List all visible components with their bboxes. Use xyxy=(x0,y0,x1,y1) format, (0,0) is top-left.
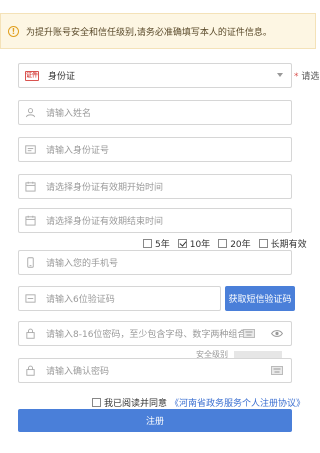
id-number-placeholder: 请输入身份证号 xyxy=(46,146,110,156)
id-card-icon xyxy=(25,144,36,155)
lock-icon xyxy=(25,328,36,339)
eye-icon[interactable] xyxy=(271,329,283,338)
validity-label: 20年 xyxy=(230,240,251,250)
validity-label: 长期有效 xyxy=(270,240,307,250)
name-field[interactable]: 请输入姓名 xyxy=(18,100,292,125)
confirm-password-field[interactable]: 请输入确认密码 xyxy=(18,358,292,383)
sms-code-placeholder: 请输入6位验证码 xyxy=(46,295,115,305)
valid-start-placeholder: 请选择身份证有效期开始时间 xyxy=(46,183,164,193)
valid-end-placeholder: 请选择身份证有效期结束时间 xyxy=(46,217,164,227)
notice-text: 为提升账号安全和信任级别,请务必准确填写本人的证件信息。 xyxy=(26,27,272,38)
id-number-field[interactable]: 请输入身份证号 xyxy=(18,137,292,162)
sms-code-field[interactable]: 请输入6位验证码 xyxy=(18,286,221,311)
id-card-icon: 证件 xyxy=(25,70,39,81)
password-field[interactable]: 请输入8-16位密码，至少包含字母、数字两种组合 xyxy=(18,321,292,346)
checkbox[interactable] xyxy=(143,239,152,248)
agreement-link[interactable]: 《河南省政务服务个人注册协议》 xyxy=(170,396,305,409)
confirm-password-placeholder: 请输入确认密码 xyxy=(46,367,110,377)
required-star: * xyxy=(294,72,299,82)
validity-option-permanent[interactable]: 长期有效 xyxy=(258,237,307,250)
checkbox[interactable] xyxy=(258,239,268,248)
agreement-text: 我已阅读并同意 xyxy=(104,399,168,409)
keyboard-icon[interactable] xyxy=(243,329,255,338)
lock-icon xyxy=(25,365,36,376)
validity-label: 5年 xyxy=(155,240,170,250)
phone-placeholder: 请输入您的手机号 xyxy=(46,259,119,269)
phone-field[interactable]: 请输入您的手机号 xyxy=(18,250,292,275)
password-placeholder: 请输入8-16位密码，至少包含字母、数字两种组合 xyxy=(46,330,247,340)
user-icon xyxy=(25,107,36,118)
checkbox[interactable] xyxy=(218,239,228,248)
id-type-select[interactable]: 证件 身份证 xyxy=(18,63,292,88)
notice-banner: ! 为提升账号安全和信任级别,请务必准确填写本人的证件信息。 xyxy=(0,13,316,49)
valid-end-field[interactable]: 请选择身份证有效期结束时间 xyxy=(18,208,292,233)
phone-icon xyxy=(25,257,36,268)
agreement-checkbox[interactable] xyxy=(92,398,101,407)
required-hint-text: 请选 xyxy=(301,72,320,82)
validity-options: 5年 10年 20年 长期有效 xyxy=(143,237,315,250)
strength-meter xyxy=(234,351,282,358)
register-button[interactable]: 注册 xyxy=(18,409,292,432)
calendar-icon xyxy=(25,215,36,226)
validity-option-5y[interactable]: 5年 xyxy=(143,237,170,250)
info-icon: ! xyxy=(8,25,19,37)
get-sms-code-button[interactable]: 获取短信验证码 xyxy=(225,286,295,311)
message-icon xyxy=(25,293,36,304)
keyboard-icon[interactable] xyxy=(271,366,283,375)
id-type-value: 身份证 xyxy=(48,72,76,82)
required-hint: * 请选 xyxy=(294,69,319,82)
name-placeholder: 请输入姓名 xyxy=(46,109,92,119)
validity-label: 10年 xyxy=(189,240,211,250)
valid-start-field[interactable]: 请选择身份证有效期开始时间 xyxy=(18,174,292,199)
agreement-row: 我已阅读并同意 《河南省政务服务个人注册协议》 xyxy=(92,396,305,409)
validity-option-10y[interactable]: 10年 xyxy=(177,237,211,250)
chevron-down-icon xyxy=(277,73,283,77)
calendar-icon xyxy=(25,181,36,192)
checkbox-checked[interactable] xyxy=(177,239,187,248)
validity-option-20y[interactable]: 20年 xyxy=(218,237,251,250)
